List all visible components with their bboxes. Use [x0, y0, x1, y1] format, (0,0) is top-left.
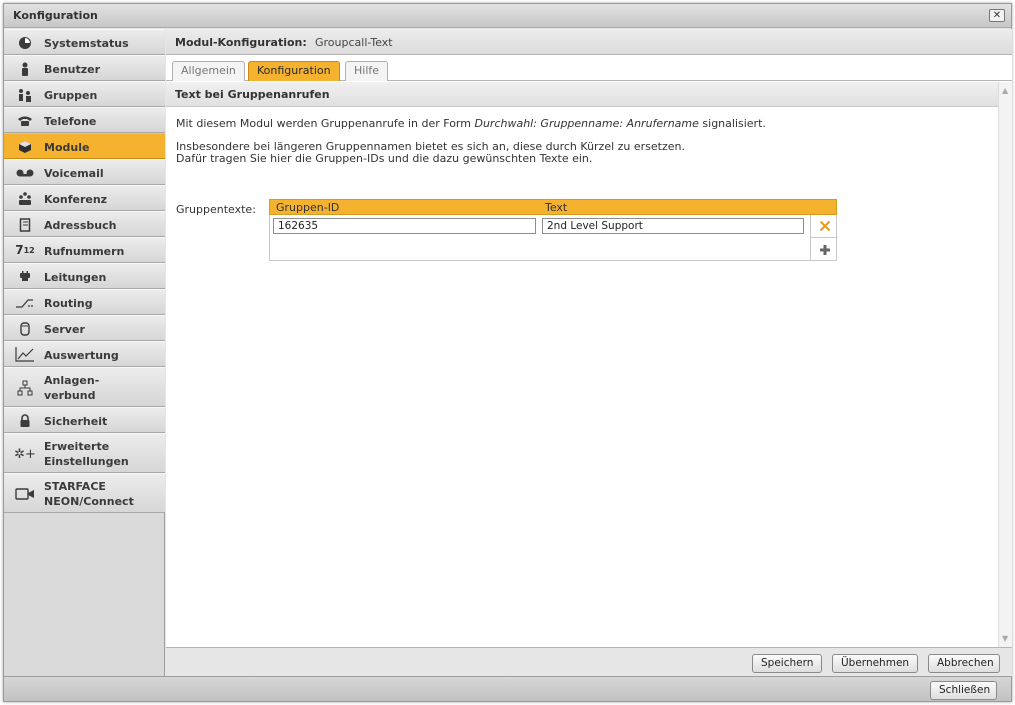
description-paragraph-2-line-2: Dafür tragen Sie hier die Gruppen-IDs un… — [176, 152, 593, 165]
add-icon — [819, 244, 830, 255]
group-texts-label: Gruppentexte: — [176, 203, 256, 216]
group-texts-grid: Gruppen-ID Text 162635 2nd Level Support — [269, 199, 838, 261]
sidebar-item-label: Server — [44, 323, 85, 336]
sidebar-item-telefone[interactable]: Telefone — [4, 107, 165, 133]
sidebar-item-label: Leitungen — [44, 271, 107, 284]
routing-icon — [14, 294, 36, 312]
sidebar-item-anlagenverbund[interactable]: Anlagen- verbund — [4, 367, 165, 407]
sidebar-item-konferenz[interactable]: Konferenz — [4, 185, 165, 211]
section-header: Text bei Gruppenanrufen — [166, 82, 998, 107]
sidebar-item-label: Voicemail — [44, 167, 104, 180]
sidebar-item-gruppen[interactable]: Gruppen — [4, 81, 165, 107]
para1-text: Mit diesem Modul werden Gruppenanrufe in… — [176, 117, 475, 130]
users-icon — [14, 86, 36, 104]
camera-icon — [14, 485, 36, 503]
group-id-input[interactable]: 162635 — [273, 218, 536, 234]
numbers-icon: 712 — [15, 243, 35, 257]
voicemail-icon — [14, 164, 36, 182]
sidebar-item-label: Routing — [44, 297, 93, 310]
sidebar-item-systemstatus[interactable]: Systemstatus — [4, 29, 165, 55]
plug-icon — [14, 268, 36, 286]
save-button[interactable]: Speichern — [752, 654, 822, 673]
delete-icon — [819, 220, 830, 232]
sidebar-item-routing[interactable]: Routing — [4, 289, 165, 315]
group-text-input[interactable]: 2nd Level Support — [542, 218, 804, 234]
sidebar-item-label: Benutzer — [44, 63, 101, 76]
cube-icon — [14, 138, 36, 156]
sidebar-item-label-line1: Erweiterte — [44, 440, 110, 453]
action-bar: Speichern Übernehmen Abbrechen — [166, 647, 1012, 676]
column-header-text: Text — [545, 201, 568, 214]
addressbook-icon — [14, 216, 36, 234]
sidebar-item-auswertung[interactable]: Auswertung — [4, 341, 165, 367]
column-header-group-id: Gruppen-ID — [276, 201, 340, 214]
advanced-settings-icon: ✲+ — [14, 446, 36, 462]
para1-text-end: signalisiert. — [698, 117, 766, 130]
tab-allgemein[interactable]: Allgemein — [172, 61, 245, 81]
phone-icon — [14, 112, 36, 130]
sidebar-item-server[interactable]: Server — [4, 315, 165, 341]
sidebar-item-label: Adressbuch — [44, 219, 117, 232]
network-icon — [14, 379, 36, 397]
delete-row-button[interactable] — [810, 215, 838, 237]
sidebar-item-label: Gruppen — [44, 89, 98, 102]
description-paragraph-1: Mit diesem Modul werden Gruppenanrufe in… — [176, 117, 766, 130]
grid-body: 162635 2nd Level Support — [269, 215, 838, 261]
dashboard-icon — [14, 34, 36, 52]
window-titlebar: Konfiguration ✕ — [4, 4, 1011, 28]
conference-icon — [14, 190, 36, 208]
cancel-button[interactable]: Abbrechen — [928, 654, 1000, 673]
sidebar-item-erweiterte-einstellungen[interactable]: ✲+ Erweiterte Einstellungen — [4, 433, 165, 473]
main-panel: Modul-Konfiguration: Groupcall-Text Allg… — [166, 29, 1012, 676]
scroll-down-icon[interactable]: ▼ — [1002, 634, 1008, 643]
add-row-button[interactable] — [810, 237, 838, 261]
sidebar-item-adressbuch[interactable]: Adressbuch — [4, 211, 165, 237]
tab-konfiguration[interactable]: Konfiguration — [248, 61, 340, 81]
tab-bar: Allgemein Konfiguration Hilfe — [166, 56, 1012, 81]
sidebar-item-voicemail[interactable]: Voicemail — [4, 159, 165, 185]
close-button[interactable]: Schließen — [930, 681, 997, 700]
sidebar-item-starface-neon-connect[interactable]: STARFACE NEON/Connect — [4, 473, 165, 513]
sidebar-item-label-line1: Anlagen- — [44, 374, 100, 387]
sidebar-item-benutzer[interactable]: Benutzer — [4, 55, 165, 81]
scroll-up-icon[interactable]: ▲ — [1002, 86, 1008, 95]
sidebar-item-module[interactable]: Module — [4, 133, 165, 159]
sidebar-item-label-line1: STARFACE — [44, 480, 106, 493]
user-icon — [14, 60, 36, 78]
sidebar-item-rufnummern[interactable]: 712 Rufnummern — [4, 237, 165, 263]
sidebar-item-sicherheit[interactable]: Sicherheit — [4, 407, 165, 433]
tab-hilfe[interactable]: Hilfe — [345, 61, 389, 81]
sidebar-item-label: Systemstatus — [44, 37, 129, 50]
grid-header: Gruppen-ID Text — [269, 199, 837, 215]
configuration-window: Konfiguration ✕ Systemstatus Benutzer Gr… — [3, 3, 1012, 702]
sidebar-item-label-line2: NEON/Connect — [44, 495, 134, 508]
window-close-icon[interactable]: ✕ — [989, 9, 1005, 22]
lock-icon — [14, 412, 36, 430]
sidebar-item-label: Konferenz — [44, 193, 108, 206]
sidebar-item-label-line2: verbund — [44, 389, 96, 402]
sidebar-item-label-line2: Einstellungen — [44, 455, 129, 468]
module-name: Groupcall-Text — [315, 36, 393, 49]
sidebar-item-label: Rufnummern — [44, 245, 125, 258]
window-title: Konfiguration — [13, 9, 98, 22]
apply-button[interactable]: Übernehmen — [832, 654, 918, 673]
chart-icon — [14, 345, 36, 363]
server-icon — [14, 320, 36, 338]
sidebar: Systemstatus Benutzer Gruppen Telefone M… — [4, 29, 165, 676]
vertical-scrollbar[interactable]: ▲ ▼ — [998, 82, 1012, 647]
para1-format-text: Durchwahl: Gruppenname: Anrufername — [474, 117, 699, 130]
section-title: Text bei Gruppenanrufen — [175, 88, 330, 101]
module-config-header: Modul-Konfiguration: Groupcall-Text — [166, 29, 1012, 55]
content-area: Mit diesem Modul werden Gruppenanrufe in… — [166, 107, 998, 647]
sidebar-item-leitungen[interactable]: Leitungen — [4, 263, 165, 289]
sidebar-item-label: Module — [44, 141, 90, 154]
window-footer: Schließen — [4, 676, 1011, 701]
sidebar-item-label: Sicherheit — [44, 415, 108, 428]
module-config-label: Modul-Konfiguration: — [175, 36, 307, 49]
sidebar-item-label: Telefone — [44, 115, 97, 128]
sidebar-item-label: Auswertung — [44, 349, 119, 362]
